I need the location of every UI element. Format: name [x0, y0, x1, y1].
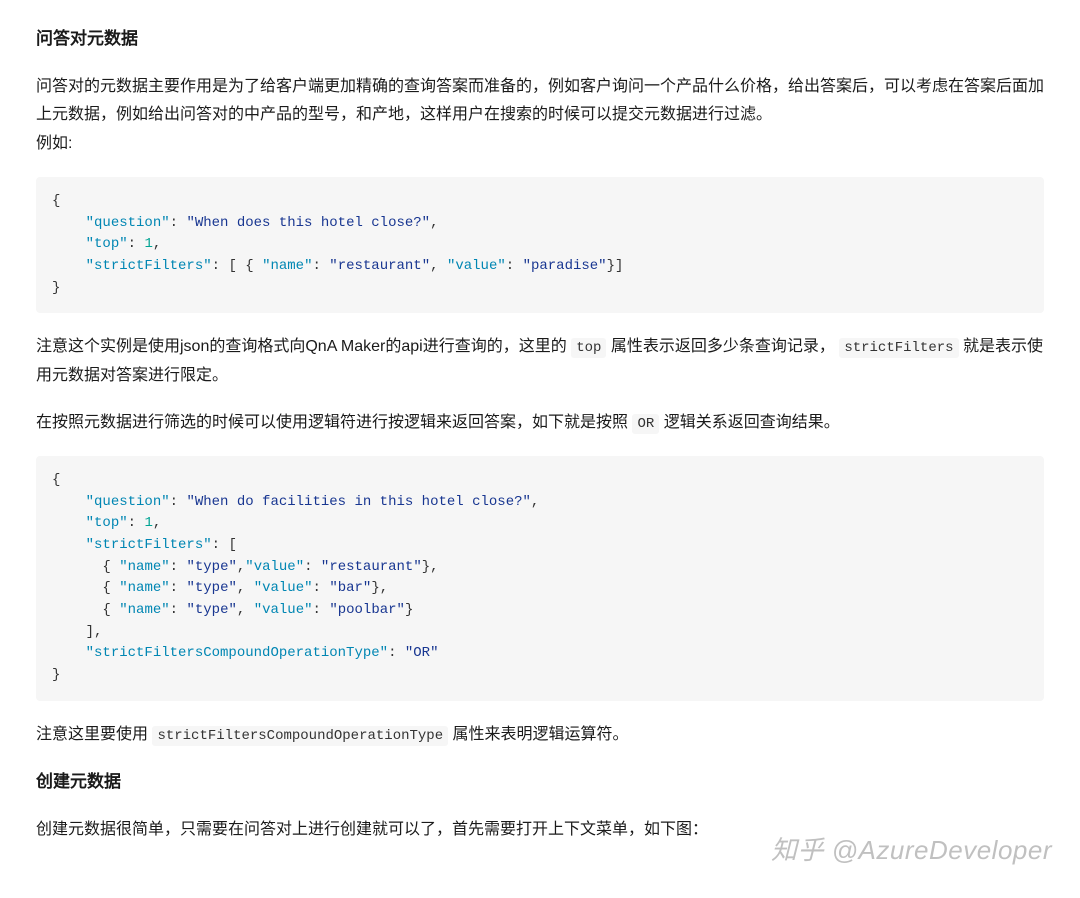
text: 逻辑关系返回查询结果。	[659, 414, 839, 431]
json-key: "name"	[119, 559, 169, 575]
code-block-2: { "question": "When do facilities in thi…	[36, 456, 1044, 701]
inline-code-top: top	[571, 338, 606, 358]
json-key: "name"	[119, 602, 169, 618]
create-paragraph: 创建元数据很简单，只需要在问答对上进行创建就可以了，首先需要打开上下文菜单，如下…	[36, 816, 1044, 845]
json-string: "type"	[186, 580, 236, 596]
inline-code-or: OR	[632, 414, 659, 434]
intro-text: 问答对的元数据主要作用是为了给客户端更加精确的查询答案而准备的，例如客户询问一个…	[36, 78, 1044, 124]
explain-paragraph-3: 注意这里要使用 strictFiltersCompoundOperationTy…	[36, 721, 1044, 750]
intro-example-label: 例如:	[36, 135, 72, 152]
text: 属性来表明逻辑运算符。	[448, 726, 628, 743]
json-string: "restaurant"	[329, 258, 430, 274]
json-key: "top"	[86, 515, 128, 531]
json-key: "value"	[245, 559, 304, 575]
inline-code-strictfilters: strictFilters	[839, 338, 958, 358]
json-string: "paradise"	[523, 258, 607, 274]
explain-paragraph-1: 注意这个实例是使用json的查询格式向QnA Maker的api进行查询的，这里…	[36, 333, 1044, 391]
json-key: "strictFilters"	[86, 258, 212, 274]
text: 在按照元数据进行筛选的时候可以使用逻辑符进行按逻辑来返回答案，如下就是按照	[36, 414, 632, 431]
json-string: "type"	[186, 559, 236, 575]
inline-code-compound: strictFiltersCompoundOperationType	[152, 726, 448, 746]
json-key: "question"	[86, 215, 170, 231]
code-block-1: { "question": "When does this hotel clos…	[36, 177, 1044, 313]
json-key: "strictFilters"	[86, 537, 212, 553]
text: 属性表示返回多少条查询记录，	[606, 338, 839, 355]
json-key: "value"	[254, 602, 313, 618]
json-string: "bar"	[329, 580, 371, 596]
json-key: "top"	[86, 236, 128, 252]
text: 注意这个实例是使用json的查询格式向QnA Maker的api进行查询的，这里…	[36, 338, 571, 355]
json-string: "poolbar"	[329, 602, 405, 618]
text: 注意这里要使用	[36, 726, 152, 743]
json-number: 1	[144, 515, 152, 531]
section-heading-create: 创建元数据	[36, 767, 1044, 798]
json-key: "value"	[254, 580, 313, 596]
json-string: "restaurant"	[321, 559, 422, 575]
json-key: "name"	[119, 580, 169, 596]
json-key: "name"	[262, 258, 312, 274]
json-number: 1	[144, 236, 152, 252]
intro-paragraph: 问答对的元数据主要作用是为了给客户端更加精确的查询答案而准备的，例如客户询问一个…	[36, 73, 1044, 159]
json-string: "When do facilities in this hotel close?…	[186, 494, 530, 510]
json-string: "When does this hotel close?"	[186, 215, 430, 231]
section-heading-metadata: 问答对元数据	[36, 24, 1044, 55]
json-string: "OR"	[405, 645, 439, 661]
json-key: "value"	[447, 258, 506, 274]
json-key: "question"	[86, 494, 170, 510]
explain-paragraph-2: 在按照元数据进行筛选的时候可以使用逻辑符进行按逻辑来返回答案，如下就是按照 OR…	[36, 409, 1044, 438]
json-key: "strictFiltersCompoundOperationType"	[86, 645, 388, 661]
json-string: "type"	[186, 602, 236, 618]
